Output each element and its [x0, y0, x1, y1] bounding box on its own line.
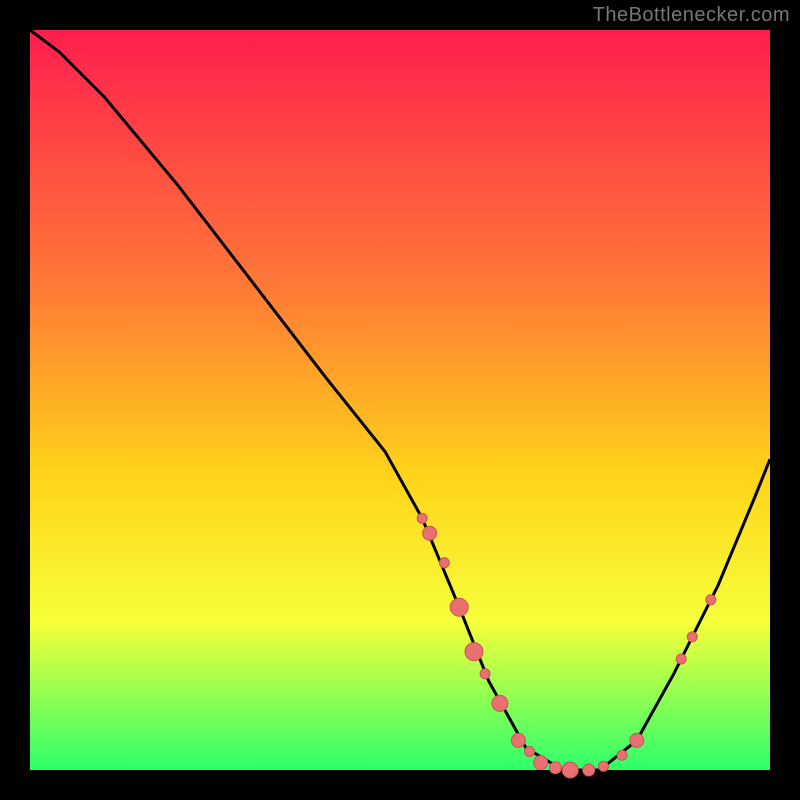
data-marker: [511, 733, 525, 747]
attribution-text: TheBottlenecker.com: [593, 4, 790, 27]
data-marker: [439, 558, 449, 568]
data-marker: [534, 756, 548, 770]
data-marker: [583, 764, 595, 776]
data-marker: [706, 595, 716, 605]
data-marker: [450, 598, 468, 616]
data-marker: [423, 526, 437, 540]
data-marker: [465, 643, 483, 661]
chart-container: { "attribution": "TheBottlenecker.com", …: [0, 0, 800, 800]
data-marker: [549, 762, 561, 774]
data-marker: [417, 513, 427, 523]
data-marker: [599, 761, 609, 771]
data-marker: [480, 669, 490, 679]
data-marker: [525, 747, 535, 757]
data-marker: [562, 762, 578, 778]
data-marker: [492, 695, 508, 711]
data-marker: [617, 750, 627, 760]
data-marker: [630, 733, 644, 747]
data-marker: [676, 654, 686, 664]
data-marker: [687, 632, 697, 642]
bottleneck-chart: [0, 0, 800, 800]
